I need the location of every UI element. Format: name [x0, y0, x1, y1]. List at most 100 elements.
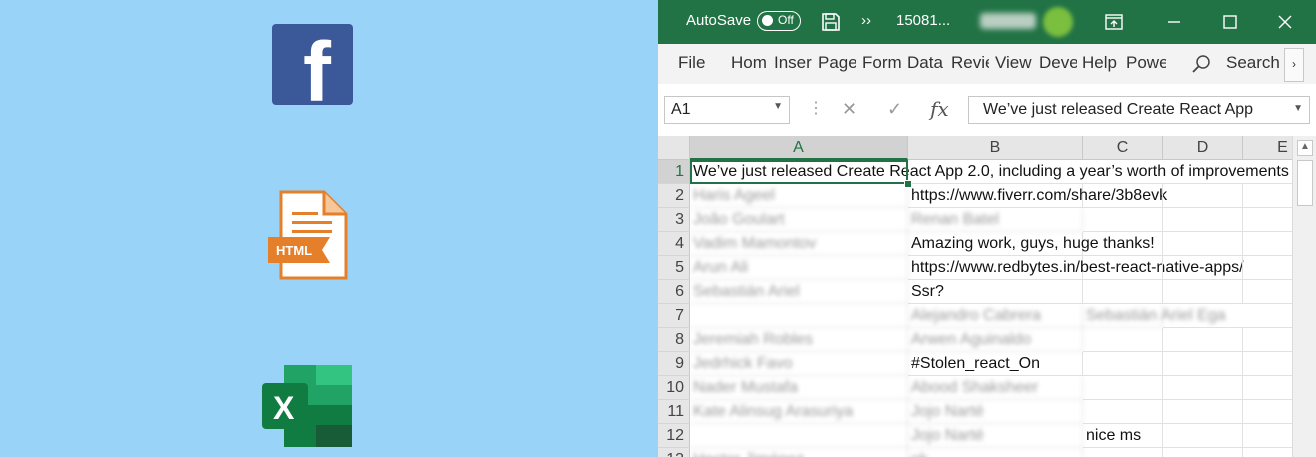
cell-b6[interactable]: Ssr? [908, 280, 1083, 304]
cell-e3[interactable] [1243, 208, 1292, 232]
minimize-button[interactable] [1162, 10, 1186, 34]
cell-c10[interactable] [1083, 376, 1163, 400]
cell-d4[interactable] [1163, 232, 1243, 256]
row-header[interactable]: 12 [658, 424, 690, 448]
cell-b2[interactable]: https://www.fiverr.com/share/3b8evk [908, 184, 1167, 208]
cell-b11[interactable]: Jojo Narté [908, 400, 1083, 424]
row-header[interactable]: 3 [658, 208, 690, 232]
cell-c8[interactable] [1083, 328, 1163, 352]
row-header[interactable]: 9 [658, 352, 690, 376]
cell-d8[interactable] [1163, 328, 1243, 352]
tab-power-pivot[interactable]: Powe [1126, 53, 1166, 73]
cell-c4[interactable] [1083, 232, 1163, 256]
account-name[interactable] [980, 13, 1036, 29]
cell-a3[interactable]: João Goulart [690, 208, 908, 232]
cell-c13[interactable] [1083, 448, 1163, 457]
cell-d12[interactable] [1163, 424, 1243, 448]
cell-d13[interactable] [1163, 448, 1243, 457]
avatar[interactable] [1043, 7, 1073, 37]
cell-b4[interactable]: Amazing work, guys, huge thanks! [908, 232, 1155, 256]
search-label[interactable]: Search [1226, 53, 1280, 73]
cell-b13[interactable]: ok [908, 448, 1083, 457]
search-icon[interactable] [1190, 53, 1212, 75]
fill-handle[interactable] [904, 180, 912, 188]
column-header-a[interactable]: A [690, 136, 908, 160]
row-header[interactable]: 1 [658, 160, 690, 184]
row-header[interactable]: 4 [658, 232, 690, 256]
cell-a4[interactable]: Vadim Mamontov [690, 232, 908, 256]
cell-e2[interactable] [1243, 184, 1292, 208]
column-header-b[interactable]: B [908, 136, 1083, 160]
cell-b9[interactable]: #Stolen_react_On [908, 352, 1083, 376]
cell-a7[interactable] [690, 304, 908, 328]
cell-a9[interactable]: Jedrhick Favo [690, 352, 908, 376]
cell-c6[interactable] [1083, 280, 1163, 304]
column-header-c[interactable]: C [1083, 136, 1163, 160]
scrollbar-thumb[interactable] [1297, 160, 1313, 206]
cell-c3[interactable] [1083, 208, 1163, 232]
cell-a5[interactable]: Arun Ali [690, 256, 908, 280]
save-icon[interactable] [821, 12, 841, 32]
cell-a8[interactable]: Jeremiah Robles [690, 328, 908, 352]
cell-d5[interactable] [1163, 256, 1243, 280]
row-header[interactable]: 8 [658, 328, 690, 352]
cell-a6[interactable]: Sebastián Ariel [690, 280, 908, 304]
cell-c5[interactable] [1083, 256, 1163, 280]
formula-input[interactable]: We’ve just released Create React App ▼ [968, 96, 1310, 124]
autosave-toggle[interactable]: Off [757, 11, 801, 31]
cell-d7[interactable]: Next.js [1163, 304, 1292, 328]
chevron-down-icon[interactable]: ▼ [773, 101, 783, 112]
insert-function-icon[interactable]: fx [930, 97, 949, 121]
column-header-e[interactable]: E [1243, 136, 1292, 160]
tab-help[interactable]: Help [1082, 53, 1120, 73]
cell-e9[interactable] [1243, 352, 1292, 376]
tab-data[interactable]: Data [907, 53, 945, 73]
cell-d11[interactable] [1163, 400, 1243, 424]
scroll-up-icon[interactable]: ▲ [1297, 140, 1313, 156]
tab-view[interactable]: View [995, 53, 1033, 73]
close-button[interactable] [1273, 10, 1297, 34]
ribbon-scroll-right-button[interactable]: › [1284, 48, 1304, 82]
cell-d6[interactable] [1163, 280, 1243, 304]
expand-formula-bar-icon[interactable]: ▼ [1293, 103, 1303, 114]
row-header[interactable]: 10 [658, 376, 690, 400]
enter-icon[interactable]: ✓ [887, 99, 902, 120]
html-file-shortcut-icon[interactable]: HTML [268, 190, 348, 280]
cell-a2[interactable]: Haris Ageel [690, 184, 908, 208]
cell-a13[interactable]: Hector Jiménez [690, 448, 908, 457]
cell-a11[interactable]: Kate Alinsug Arasuriya [690, 400, 908, 424]
tab-page-layout[interactable]: Page [818, 53, 856, 73]
cell-b5[interactable]: https://www.redbytes.in/best-react-nativ… [908, 256, 1244, 280]
column-header-d[interactable]: D [1163, 136, 1243, 160]
tab-home[interactable]: Hom [731, 53, 769, 73]
facebook-shortcut-icon[interactable]: f [272, 24, 353, 105]
formula-bar-grip-icon[interactable]: ⋮ [808, 98, 824, 118]
name-box[interactable]: A1 ▼ [664, 96, 790, 124]
more-commands-icon[interactable]: ›› [861, 12, 871, 29]
cell-c11[interactable] [1083, 400, 1163, 424]
row-header[interactable]: 6 [658, 280, 690, 304]
row-header[interactable]: 11 [658, 400, 690, 424]
cell-b8[interactable]: Arwen Aguinaldo [908, 328, 1083, 352]
cell-c12[interactable]: nice ms [1083, 424, 1163, 448]
excel-shortcut-icon[interactable]: X [260, 363, 354, 449]
cell-e12[interactable] [1243, 424, 1292, 448]
row-header[interactable]: 2 [658, 184, 690, 208]
tab-formulas[interactable]: Form [862, 53, 902, 73]
cell-c9[interactable] [1083, 352, 1163, 376]
row-header[interactable]: 13 [658, 448, 690, 457]
tab-developer[interactable]: Deve [1039, 53, 1077, 73]
cell-a12[interactable] [690, 424, 908, 448]
tab-insert[interactable]: Inser [774, 53, 812, 73]
cell-d2[interactable] [1163, 184, 1243, 208]
tab-file[interactable]: File [678, 53, 712, 73]
row-header[interactable]: 7 [658, 304, 690, 328]
cell-b10[interactable]: Abood Shaksheer [908, 376, 1083, 400]
vertical-scrollbar[interactable]: ▲ [1292, 136, 1316, 457]
cell-d9[interactable] [1163, 352, 1243, 376]
ribbon-display-options-button[interactable] [1102, 10, 1126, 34]
tab-review[interactable]: Revie [951, 53, 989, 73]
cell-e8[interactable] [1243, 328, 1292, 352]
cell-b12[interactable]: Jojo Narté [908, 424, 1083, 448]
cell-c7[interactable]: Sebastián Ariel Ega [1083, 304, 1226, 328]
